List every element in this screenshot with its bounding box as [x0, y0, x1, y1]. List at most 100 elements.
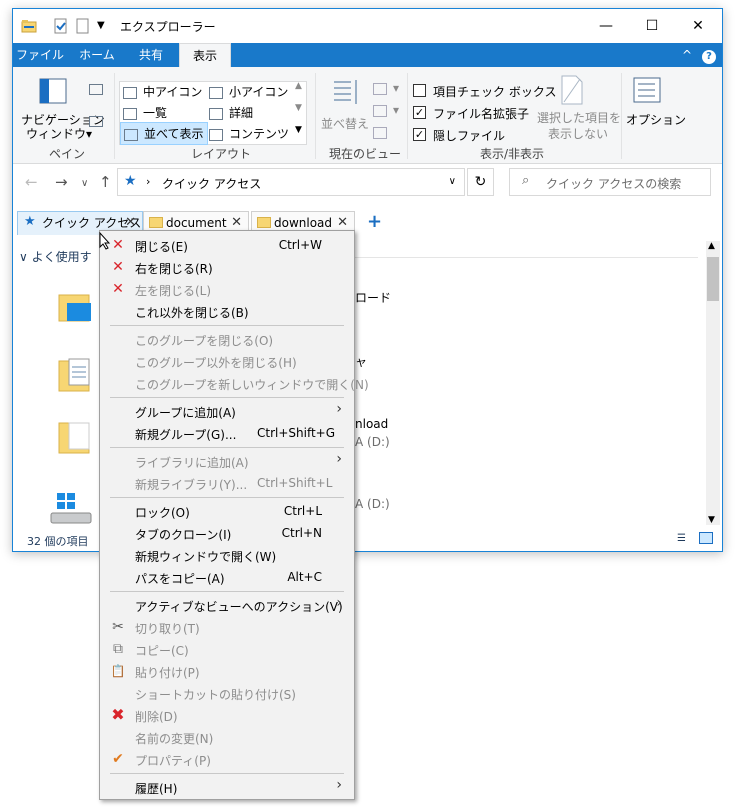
- hide-selected-label-2[interactable]: 表示しない: [548, 125, 608, 142]
- menu-item-group-new-window[interactable]: このグループを新しいウィンドウで開く(N): [100, 372, 369, 394]
- layout-small-icons[interactable]: 小アイコン: [209, 83, 288, 100]
- drive-icon[interactable]: [49, 491, 95, 527]
- breadcrumb[interactable]: クイック アクセス: [162, 175, 261, 192]
- menu-separator: [110, 773, 344, 774]
- menu-item-delete[interactable]: ✖ 削除(D): [100, 704, 354, 726]
- recent-locations-icon[interactable]: ∨: [81, 178, 88, 189]
- options-label[interactable]: オプション: [626, 111, 686, 128]
- address-dropdown-icon[interactable]: ∨: [449, 176, 456, 187]
- menu-item-copy-path[interactable]: パスをコピー(A) Alt+C: [100, 566, 354, 588]
- customize-qat-icon[interactable]: ▼: [97, 18, 113, 34]
- clipboard-icon: 📋: [110, 664, 126, 678]
- menu-item-close-right[interactable]: ✕ 右を閉じる(R): [100, 256, 354, 278]
- minimize-button[interactable]: —: [583, 9, 629, 43]
- menu-item-close-left[interactable]: ✕ 左を閉じる(L): [100, 278, 354, 300]
- layout-list[interactable]: 一覧: [123, 104, 167, 121]
- chevron-down-icon[interactable]: ∨: [19, 250, 32, 264]
- section-title: よく使用す: [31, 250, 92, 264]
- tab-view[interactable]: 表示: [179, 43, 231, 68]
- menu-separator: [110, 325, 344, 326]
- new-folder-icon[interactable]: [75, 18, 91, 34]
- hide-selected-icon[interactable]: [560, 75, 584, 108]
- scroll-up-icon[interactable]: ▲: [708, 241, 715, 251]
- item-checkboxes-checkbox[interactable]: [413, 84, 426, 97]
- layout-details-label: 詳細: [229, 106, 254, 120]
- section-header[interactable]: ∨ よく使用す: [19, 248, 92, 265]
- menu-label: これ以外を閉じる(B): [135, 306, 249, 320]
- up-icon[interactable]: ↑: [99, 173, 112, 191]
- layout-content[interactable]: コンテンツ: [209, 125, 289, 142]
- hide-selected-label-1[interactable]: 選択した項目を: [537, 109, 621, 126]
- menu-item-properties[interactable]: ✔ プロパティ(P): [100, 748, 354, 770]
- ribbon-separator: [315, 73, 316, 159]
- menu-label: プロパティ(P): [135, 754, 211, 768]
- gallery-scroll-up-icon[interactable]: ▲: [295, 81, 302, 91]
- gallery-expand-icon[interactable]: ▼: [295, 125, 302, 135]
- layout-details[interactable]: 詳細: [209, 104, 253, 121]
- search-box[interactable]: ⌕ クイック アクセスの検索: [509, 168, 711, 196]
- search-input[interactable]: クイック アクセスの検索: [546, 175, 681, 192]
- forward-icon[interactable]: →: [55, 173, 68, 191]
- group-by-icon[interactable]: ▾: [373, 81, 399, 95]
- details-pane-icon[interactable]: [89, 114, 109, 128]
- tab-file[interactable]: ファイル: [13, 43, 67, 67]
- file-ext-checkbox[interactable]: ✓: [413, 106, 426, 119]
- new-tab-button[interactable]: +: [367, 211, 382, 232]
- size-columns-icon[interactable]: [373, 125, 393, 139]
- menu-item-lock[interactable]: ロック(O) Ctrl+L: [100, 500, 354, 522]
- scroll-down-icon[interactable]: ▼: [708, 515, 715, 525]
- address-bar[interactable]: ★ › クイック アクセス ∨: [117, 168, 465, 196]
- menu-item-close-group[interactable]: このグループを閉じる(O): [100, 328, 354, 350]
- item-label[interactable]: ャ: [355, 353, 367, 370]
- preview-pane-icon[interactable]: [89, 82, 109, 96]
- menu-item-paste[interactable]: 📋 貼り付け(P): [100, 660, 354, 682]
- scroll-thumb[interactable]: [707, 257, 719, 301]
- breadcrumb-chevron-icon[interactable]: ›: [146, 175, 150, 188]
- vertical-scrollbar[interactable]: ▲ ▼: [706, 241, 720, 525]
- hidden-files-label: 隠しファイル: [433, 129, 506, 143]
- add-columns-icon[interactable]: ▾: [373, 103, 399, 117]
- item-label[interactable]: ロード: [355, 289, 391, 306]
- tab-home[interactable]: ホーム: [71, 43, 123, 67]
- menu-item-add-to-group[interactable]: グループに追加(A) ›: [100, 400, 354, 422]
- hidden-files-checkbox[interactable]: ✓: [413, 128, 426, 141]
- item-label[interactable]: nload: [355, 417, 388, 431]
- menu-item-close[interactable]: ✕ 閉じる(E) Ctrl+W: [100, 234, 354, 256]
- properties-icon[interactable]: [53, 18, 69, 34]
- layout-tiles[interactable]: 並べて表示: [120, 122, 208, 145]
- menu-item-clone-tab[interactable]: タブのクローン(I) Ctrl+N: [100, 522, 354, 544]
- large-icons-view-icon[interactable]: [699, 532, 713, 544]
- gallery-scroll-down-icon[interactable]: ▼: [295, 103, 302, 113]
- details-view-icon[interactable]: ☰: [677, 533, 686, 544]
- sort-by-icon[interactable]: [331, 77, 361, 110]
- menu-item-new-group[interactable]: 新規グループ(G)... Ctrl+Shift+G: [100, 422, 354, 444]
- maximize-button[interactable]: ☐: [629, 9, 675, 43]
- menu-separator: [110, 497, 344, 498]
- menu-item-rename[interactable]: 名前の変更(N): [100, 726, 354, 748]
- tab-share[interactable]: 共有: [127, 43, 175, 67]
- menu-item-close-others[interactable]: これ以外を閉じる(B): [100, 300, 354, 322]
- sort-by-label[interactable]: 並べ替え: [321, 115, 369, 132]
- menu-item-copy[interactable]: ⧉ コピー(C): [100, 638, 354, 660]
- downloads-folder-icon[interactable]: [57, 417, 93, 457]
- submenu-arrow-icon: ›: [336, 777, 342, 793]
- options-icon[interactable]: [633, 77, 661, 106]
- menu-item-new-library[interactable]: 新規ライブラリ(Y)... Ctrl+Shift+L: [100, 472, 354, 494]
- help-icon[interactable]: ?: [701, 43, 717, 67]
- menu-item-paste-shortcut[interactable]: ショートカットの貼り付け(S): [100, 682, 354, 704]
- menu-item-open-new-window[interactable]: 新規ウィンドウで開く(W): [100, 544, 354, 566]
- nav-pane-label-2[interactable]: ウィンドウ▾: [26, 125, 92, 142]
- back-icon[interactable]: ←: [25, 173, 38, 191]
- navigation-pane-icon[interactable]: [39, 77, 67, 108]
- layout-medium-icons[interactable]: 中アイコン: [123, 83, 202, 100]
- ribbon-collapse-icon[interactable]: ^: [679, 43, 695, 67]
- desktop-folder-icon[interactable]: [57, 289, 93, 325]
- menu-item-view-actions[interactable]: アクティブなビューへのアクション(V) ›: [100, 594, 354, 616]
- menu-item-cut[interactable]: ✂ 切り取り(T): [100, 616, 354, 638]
- documents-folder-icon[interactable]: [57, 355, 93, 395]
- close-button[interactable]: ✕: [675, 9, 721, 43]
- menu-item-add-to-library[interactable]: ライブラリに追加(A) ›: [100, 450, 354, 472]
- menu-item-close-other-groups[interactable]: このグループ以外を閉じる(H): [100, 350, 354, 372]
- refresh-button[interactable]: ↻: [467, 168, 494, 196]
- menu-item-history[interactable]: 履歴(H) ›: [100, 776, 354, 798]
